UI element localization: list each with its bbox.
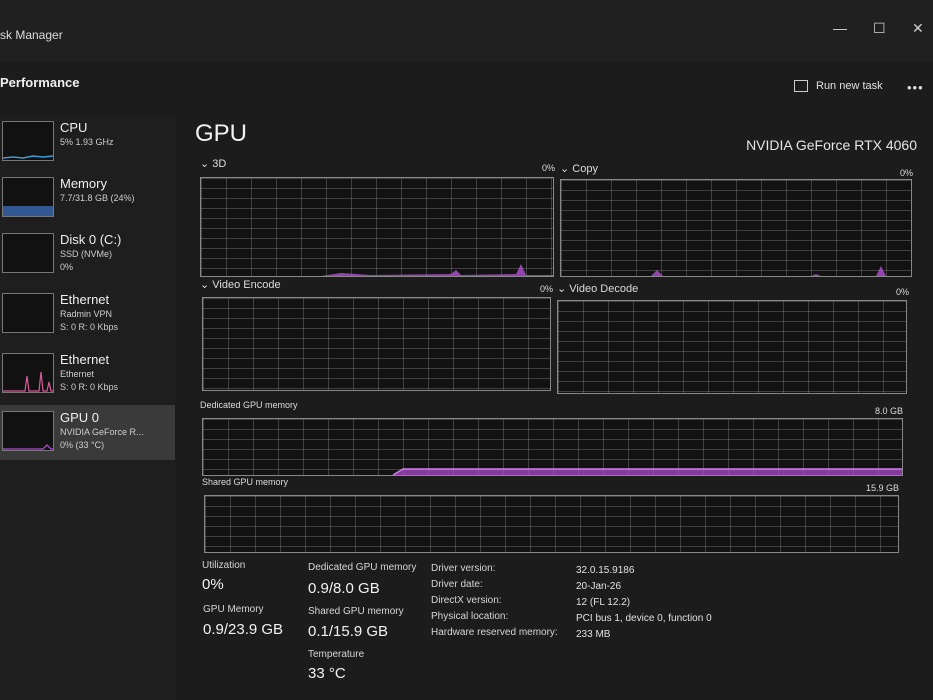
- driver-version-value: 32.0.15.9186: [576, 565, 635, 576]
- driver-version-label: Driver version:: [431, 563, 496, 574]
- app-title: sk Manager: [0, 28, 63, 42]
- title-bar: sk Manager — ☐ ✕: [0, 0, 933, 62]
- ethernet-thumbnail: [2, 293, 54, 333]
- graph-copy: [560, 179, 912, 277]
- sidebar-item-label: Ethernet: [60, 292, 110, 307]
- run-task-label: Run new task: [816, 80, 883, 92]
- gpu-memory-label: GPU Memory: [203, 604, 264, 615]
- directx-version-value: 12 (FL 12.2): [576, 597, 631, 608]
- shared-gpu-memory-value: 0.1/15.9 GB: [308, 623, 389, 640]
- disk-thumbnail: [2, 233, 54, 273]
- driver-date-value: 20-Jan-26: [576, 581, 622, 592]
- sidebar-item-detail: S: 0 R: 0 Kbps: [60, 322, 119, 332]
- chevron-down-icon: ⌄: [200, 158, 213, 170]
- sidebar-item-detail: Radmin VPN: [60, 309, 113, 319]
- sidebar-item-detail: SSD (NVMe): [60, 249, 113, 259]
- chevron-down-icon: ⌄: [200, 279, 213, 291]
- sidebar-item-detail: Ethernet: [60, 369, 95, 379]
- reserved-memory-label: Hardware reserved memory:: [431, 627, 558, 638]
- reserved-memory-value: 233 MB: [576, 629, 611, 640]
- chevron-down-icon: ⌄: [557, 283, 570, 295]
- shared-memory-max: 15.9 GB: [866, 483, 900, 493]
- sidebar-item-label: GPU 0: [60, 410, 100, 425]
- ethernet-thumbnail: [2, 353, 54, 393]
- graph-shared-memory: [204, 495, 899, 553]
- close-button[interactable]: ✕: [912, 20, 924, 37]
- more-options-button[interactable]: •••: [907, 80, 924, 95]
- gpu-panel: GPU NVIDIA GeForce RTX 4060 ⌄ 3D 0% ⌄ Co…: [190, 115, 933, 700]
- directx-version-label: DirectX version:: [431, 595, 502, 606]
- sidebar-item-memory[interactable]: Memory 7.7/31.8 GB (24%): [0, 171, 175, 226]
- cpu-thumbnail: [2, 121, 54, 161]
- sidebar-item-cpu[interactable]: CPU 5% 1.93 GHz: [0, 115, 175, 170]
- page-title: Performance: [0, 75, 80, 90]
- graph-video-decode-value: 0%: [896, 287, 910, 297]
- shared-memory-label: Shared GPU memory: [202, 477, 289, 487]
- sidebar-item-detail: 0%: [60, 262, 74, 272]
- physical-location-value: PCI bus 1, device 0, function 0: [576, 613, 712, 624]
- chevron-down-icon: ⌄: [560, 163, 573, 175]
- sidebar-item-detail: S: 0 R: 0 Kbps: [60, 382, 119, 392]
- run-new-task-button[interactable]: Run new task: [794, 80, 883, 93]
- sidebar-item-label: Memory: [60, 176, 107, 191]
- gpu-memory-value: 0.9/23.9 GB: [203, 621, 284, 638]
- sidebar-item-gpu[interactable]: GPU 0 NVIDIA GeForce R... 0% (33 °C): [0, 405, 175, 460]
- graph-dedicated-memory: [202, 418, 903, 476]
- dedicated-gpu-memory-label: Dedicated GPU memory: [308, 562, 417, 573]
- sidebar-item-label: CPU: [60, 120, 88, 135]
- graph-copy-selector[interactable]: ⌄ Copy: [560, 162, 598, 175]
- gpu-title: GPU: [195, 120, 248, 147]
- sidebar-item-ethernet[interactable]: Ethernet Ethernet S: 0 R: 0 Kbps: [0, 347, 175, 402]
- minimize-button[interactable]: —: [833, 20, 847, 36]
- graph-video-encode-selector[interactable]: ⌄ Video Encode: [200, 278, 281, 291]
- dedicated-memory-max: 8.0 GB: [875, 406, 904, 416]
- graph-3d: [200, 177, 554, 277]
- sidebar-item-detail: 7.7/31.8 GB (24%): [60, 193, 135, 203]
- dedicated-gpu-memory-value: 0.9/8.0 GB: [308, 580, 380, 597]
- graph-3d-selector[interactable]: ⌄ 3D: [200, 157, 226, 170]
- graph-video-decode-selector[interactable]: ⌄ Video Decode: [557, 282, 638, 295]
- sidebar-item-label: Ethernet: [60, 352, 110, 367]
- gpu-thumbnail: [2, 411, 54, 451]
- physical-location-label: Physical location:: [431, 611, 509, 622]
- memory-thumbnail: [2, 177, 54, 217]
- graph-video-encode: [202, 297, 551, 391]
- driver-date-label: Driver date:: [431, 579, 483, 590]
- temperature-label: Temperature: [308, 649, 365, 660]
- run-task-icon: [794, 80, 808, 93]
- sidebar-item-detail: 5% 1.93 GHz: [60, 137, 114, 147]
- sidebar-item-label: Disk 0 (C:): [60, 232, 122, 247]
- utilization-label: Utilization: [202, 560, 246, 571]
- shared-gpu-memory-label: Shared GPU memory: [308, 606, 404, 617]
- sidebar: CPU 5% 1.93 GHz Memory 7.7/31.8 GB (24%)…: [0, 115, 175, 700]
- graph-copy-value: 0%: [900, 168, 914, 178]
- temperature-value: 33 °C: [308, 665, 346, 682]
- sidebar-item-disk[interactable]: Disk 0 (C:) SSD (NVMe) 0%: [0, 227, 175, 282]
- utilization-value: 0%: [202, 576, 224, 593]
- graph-video-decode: [557, 300, 907, 394]
- graph-3d-value: 0%: [542, 163, 556, 173]
- dedicated-memory-label: Dedicated GPU memory: [200, 400, 298, 410]
- sidebar-item-ethernet-vpn[interactable]: Ethernet Radmin VPN S: 0 R: 0 Kbps: [0, 287, 175, 342]
- gpu-model-name: NVIDIA GeForce RTX 4060: [746, 137, 917, 153]
- graph-video-encode-value: 0%: [540, 284, 554, 294]
- maximize-button[interactable]: ☐: [873, 20, 886, 37]
- sidebar-item-detail: 0% (33 °C): [60, 440, 105, 450]
- sidebar-item-detail: NVIDIA GeForce R...: [60, 427, 144, 437]
